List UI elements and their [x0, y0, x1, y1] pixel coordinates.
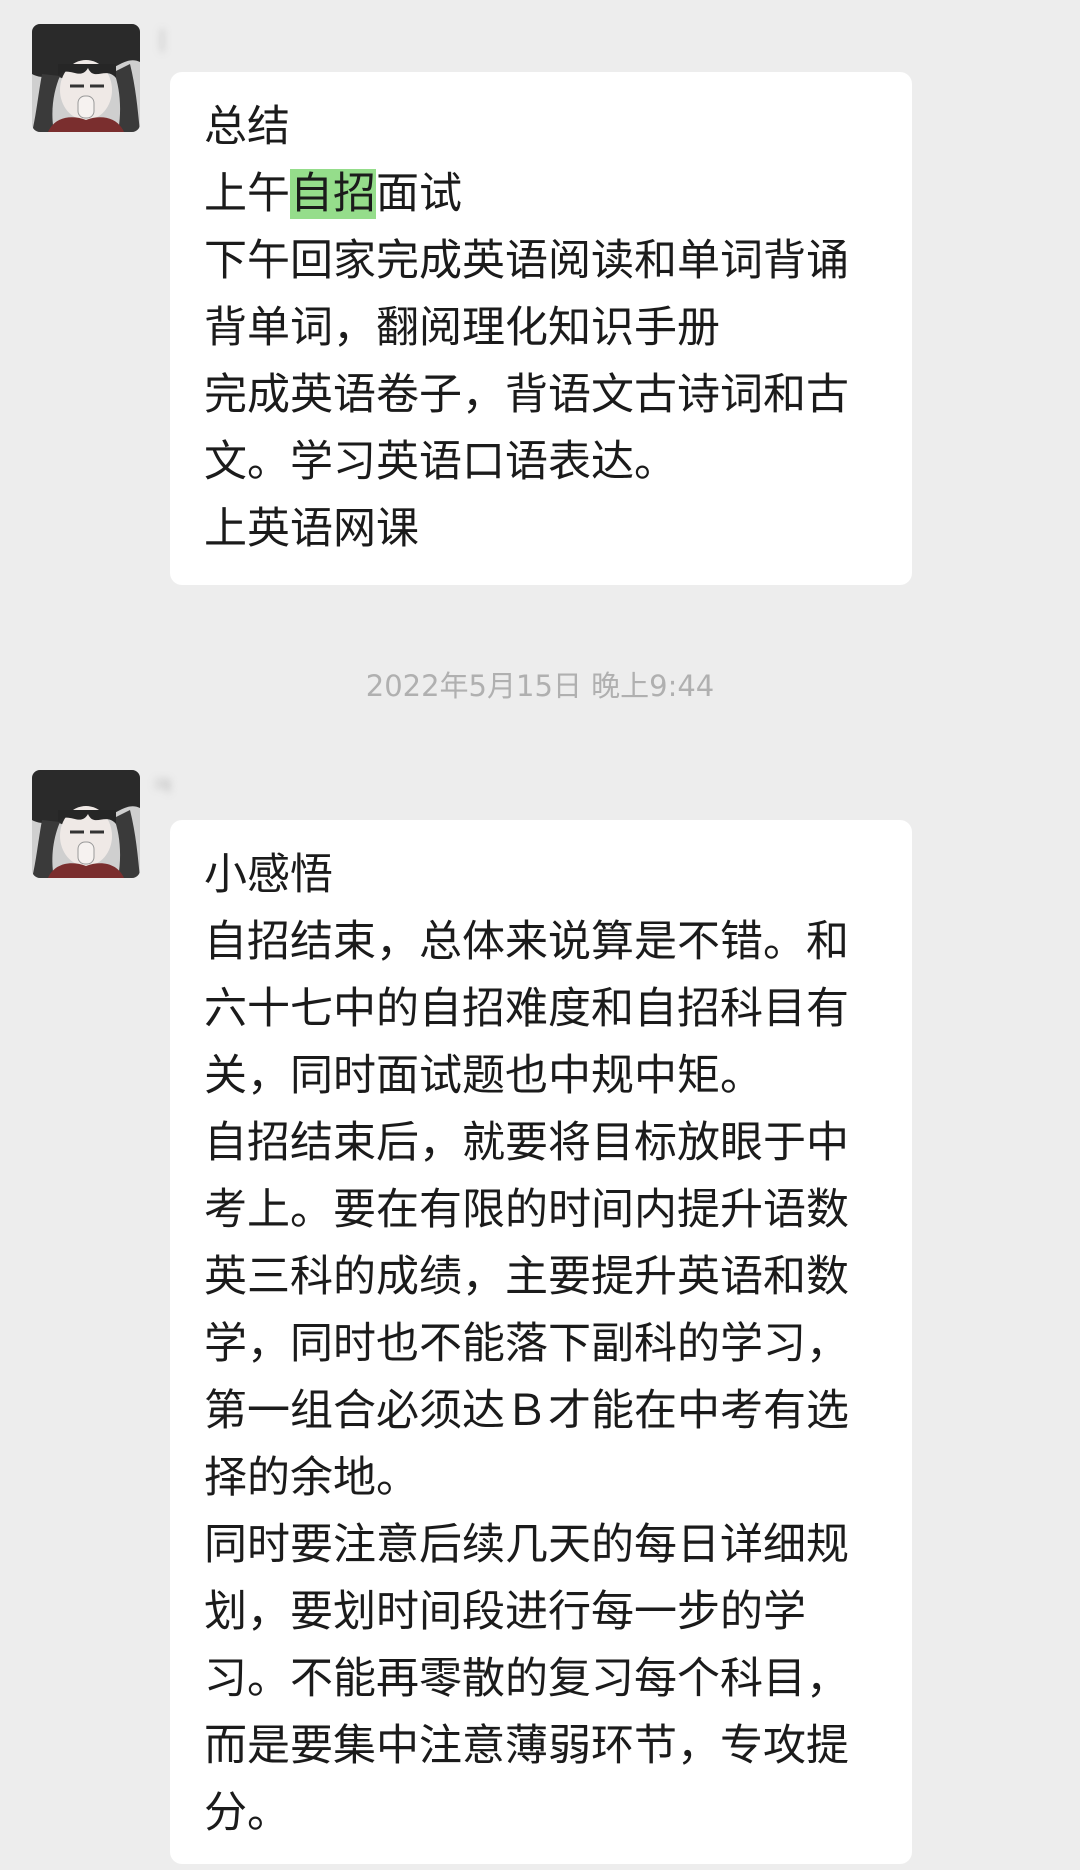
message-line: 背单词，翻阅理化知识手册: [204, 303, 720, 353]
message-line: 六十七中的自招难度和自招科目有: [204, 984, 849, 1034]
message-line: 上英语网课: [204, 504, 419, 554]
anime-avatar-icon: [32, 770, 140, 878]
message-line: 文。学习英语口语表达。: [204, 437, 677, 487]
message-line: 自招结束，总体来说算是不错。和: [204, 917, 849, 967]
chat-timestamp: 2022年5月15日 晚上9:44: [365, 669, 715, 703]
message-line: 习。不能再零散的复习每个科目，: [204, 1654, 849, 1704]
anime-avatar-icon: [32, 24, 140, 132]
message-line: 同时要注意后续几天的每日详细规: [204, 1520, 849, 1570]
message-line: 划，要划时间段进行每一步的学: [204, 1587, 806, 1637]
message-line: 考上。要在有限的时间内提升语数: [204, 1185, 849, 1235]
message-line: 择的余地。: [204, 1453, 419, 1503]
message-line: 自招结束后，就要将目标放眼于中: [204, 1118, 849, 1168]
sender-avatar[interactable]: [32, 770, 140, 878]
sender-name: ㅋ: [150, 773, 174, 803]
message-bubble[interactable]: 小感悟 自招结束，总体来说算是不错。和 六十七中的自招难度和自招科目有 关，同时…: [170, 820, 912, 1864]
sender-name: ㅣ: [150, 27, 174, 57]
message-line: 而是要集中注意薄弱环节，专攻提: [204, 1721, 849, 1771]
message-text: 上午: [204, 169, 290, 219]
highlighted-text: 自招: [290, 169, 376, 219]
message-line: 分。: [204, 1788, 290, 1838]
message-line: 关，同时面试题也中规中矩。: [204, 1051, 763, 1101]
message-line: 总结: [204, 102, 290, 152]
message-line: 学，同时也不能落下副科的学习，: [204, 1319, 849, 1369]
message-line: 第一组合必须达Ｂ才能在中考有选: [204, 1386, 849, 1436]
message-line: 小感悟: [204, 850, 333, 900]
message-line: 下午回家完成英语阅读和单词背诵: [204, 236, 849, 286]
message-line: 英三科的成绩，主要提升英语和数: [204, 1252, 849, 1302]
message-line: 上午自招面试: [204, 161, 882, 228]
message-line: 完成英语卷子，背语文古诗词和古: [204, 370, 849, 420]
message-text: 面试: [376, 169, 462, 219]
message-bubble[interactable]: 总结 上午自招面试 下午回家完成英语阅读和单词背诵 背单词，翻阅理化知识手册 完…: [170, 72, 912, 585]
sender-avatar[interactable]: [32, 24, 140, 132]
